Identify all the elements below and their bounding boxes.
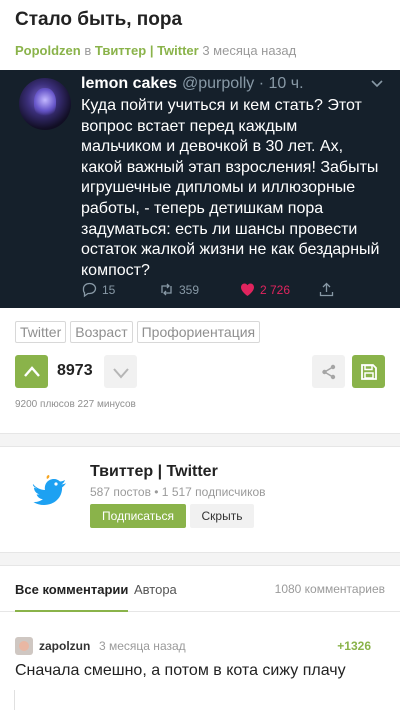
post-author-link[interactable]: Popoldzen (15, 43, 81, 58)
vote-down-button[interactable] (104, 355, 137, 388)
subscribe-button[interactable]: Подписаться (90, 504, 186, 528)
tweet-likes-count: 2 726 (260, 282, 291, 297)
tab-all-comments[interactable]: Все комментарии (15, 582, 129, 612)
post-community-link[interactable]: Твиттер | Twitter (95, 43, 199, 58)
vote-stats: 9200 плюсов 227 минусов (15, 399, 136, 410)
vote-up-button[interactable] (15, 355, 48, 388)
chevron-down-icon (371, 80, 383, 88)
tag-item[interactable]: Twitter (15, 321, 67, 343)
avatar[interactable] (15, 637, 33, 655)
twitter-bird-icon[interactable] (27, 470, 69, 506)
comment-time: 3 месяца назад (99, 639, 186, 653)
comment-thread-line[interactable] (14, 690, 15, 710)
chevron-up-icon (23, 365, 40, 377)
retweet-icon (161, 283, 172, 296)
tweet-text: Куда пойти учиться и кем стать? Этот воп… (81, 97, 380, 279)
chevron-down-icon (112, 367, 129, 379)
heart-icon (241, 283, 254, 296)
tweet-retweets: 359 (158, 281, 199, 298)
tweet-actions: 15 359 2 726 (81, 281, 381, 301)
tweet-replies-count: 15 (102, 282, 116, 297)
hide-button[interactable]: Скрыть (190, 504, 254, 528)
tweet-avatar (19, 78, 71, 130)
section-divider (0, 552, 400, 566)
post-title[interactable]: Стало быть, пора (15, 9, 182, 31)
tweet-retweets-count: 359 (179, 282, 200, 297)
comments-tabs: Все комментарии Автора 1080 комментариев (0, 570, 400, 612)
section-divider (0, 433, 400, 447)
tweet-likes: 2 726 (239, 281, 290, 298)
post-meta: Popoldzen в Твиттер | Twitter 3 месяца н… (15, 43, 296, 58)
tag-list: Twitter Возраст Профориентация (15, 321, 261, 343)
comment-text: Сначала смешно, а потом в кота сижу плач… (15, 662, 346, 679)
tweet-screenshot[interactable]: lemon cakes @purpolly · 10 ч. Куда пойти… (0, 70, 400, 308)
post-rating: 8973 (57, 362, 93, 379)
tweet-handle: @purpolly · 10 ч. (182, 75, 304, 92)
save-icon (360, 363, 377, 380)
post-time: 3 месяца назад (202, 43, 297, 58)
tag-item[interactable]: Возраст (70, 321, 133, 343)
tag-item[interactable]: Профориентация (136, 321, 261, 343)
comment-score: +1326 (337, 639, 371, 653)
comments-count: 1080 комментариев (274, 582, 385, 596)
post-meta-in: в (84, 43, 92, 58)
community-stats: 587 постов • 1 517 подписчиков (90, 485, 266, 499)
share-icon (321, 364, 335, 379)
reply-icon (82, 282, 97, 298)
tab-author-comments[interactable]: Автора (134, 582, 177, 597)
share-button[interactable] (312, 355, 345, 388)
tweet-replies: 15 (81, 281, 115, 298)
tweet-author-name: lemon cakes (81, 75, 178, 92)
tweet-share (318, 281, 335, 298)
upload-icon (319, 282, 334, 297)
community-name[interactable]: Твиттер | Twitter (90, 463, 218, 481)
save-button[interactable] (352, 355, 385, 388)
comment-author[interactable]: zapolzun (39, 639, 90, 653)
